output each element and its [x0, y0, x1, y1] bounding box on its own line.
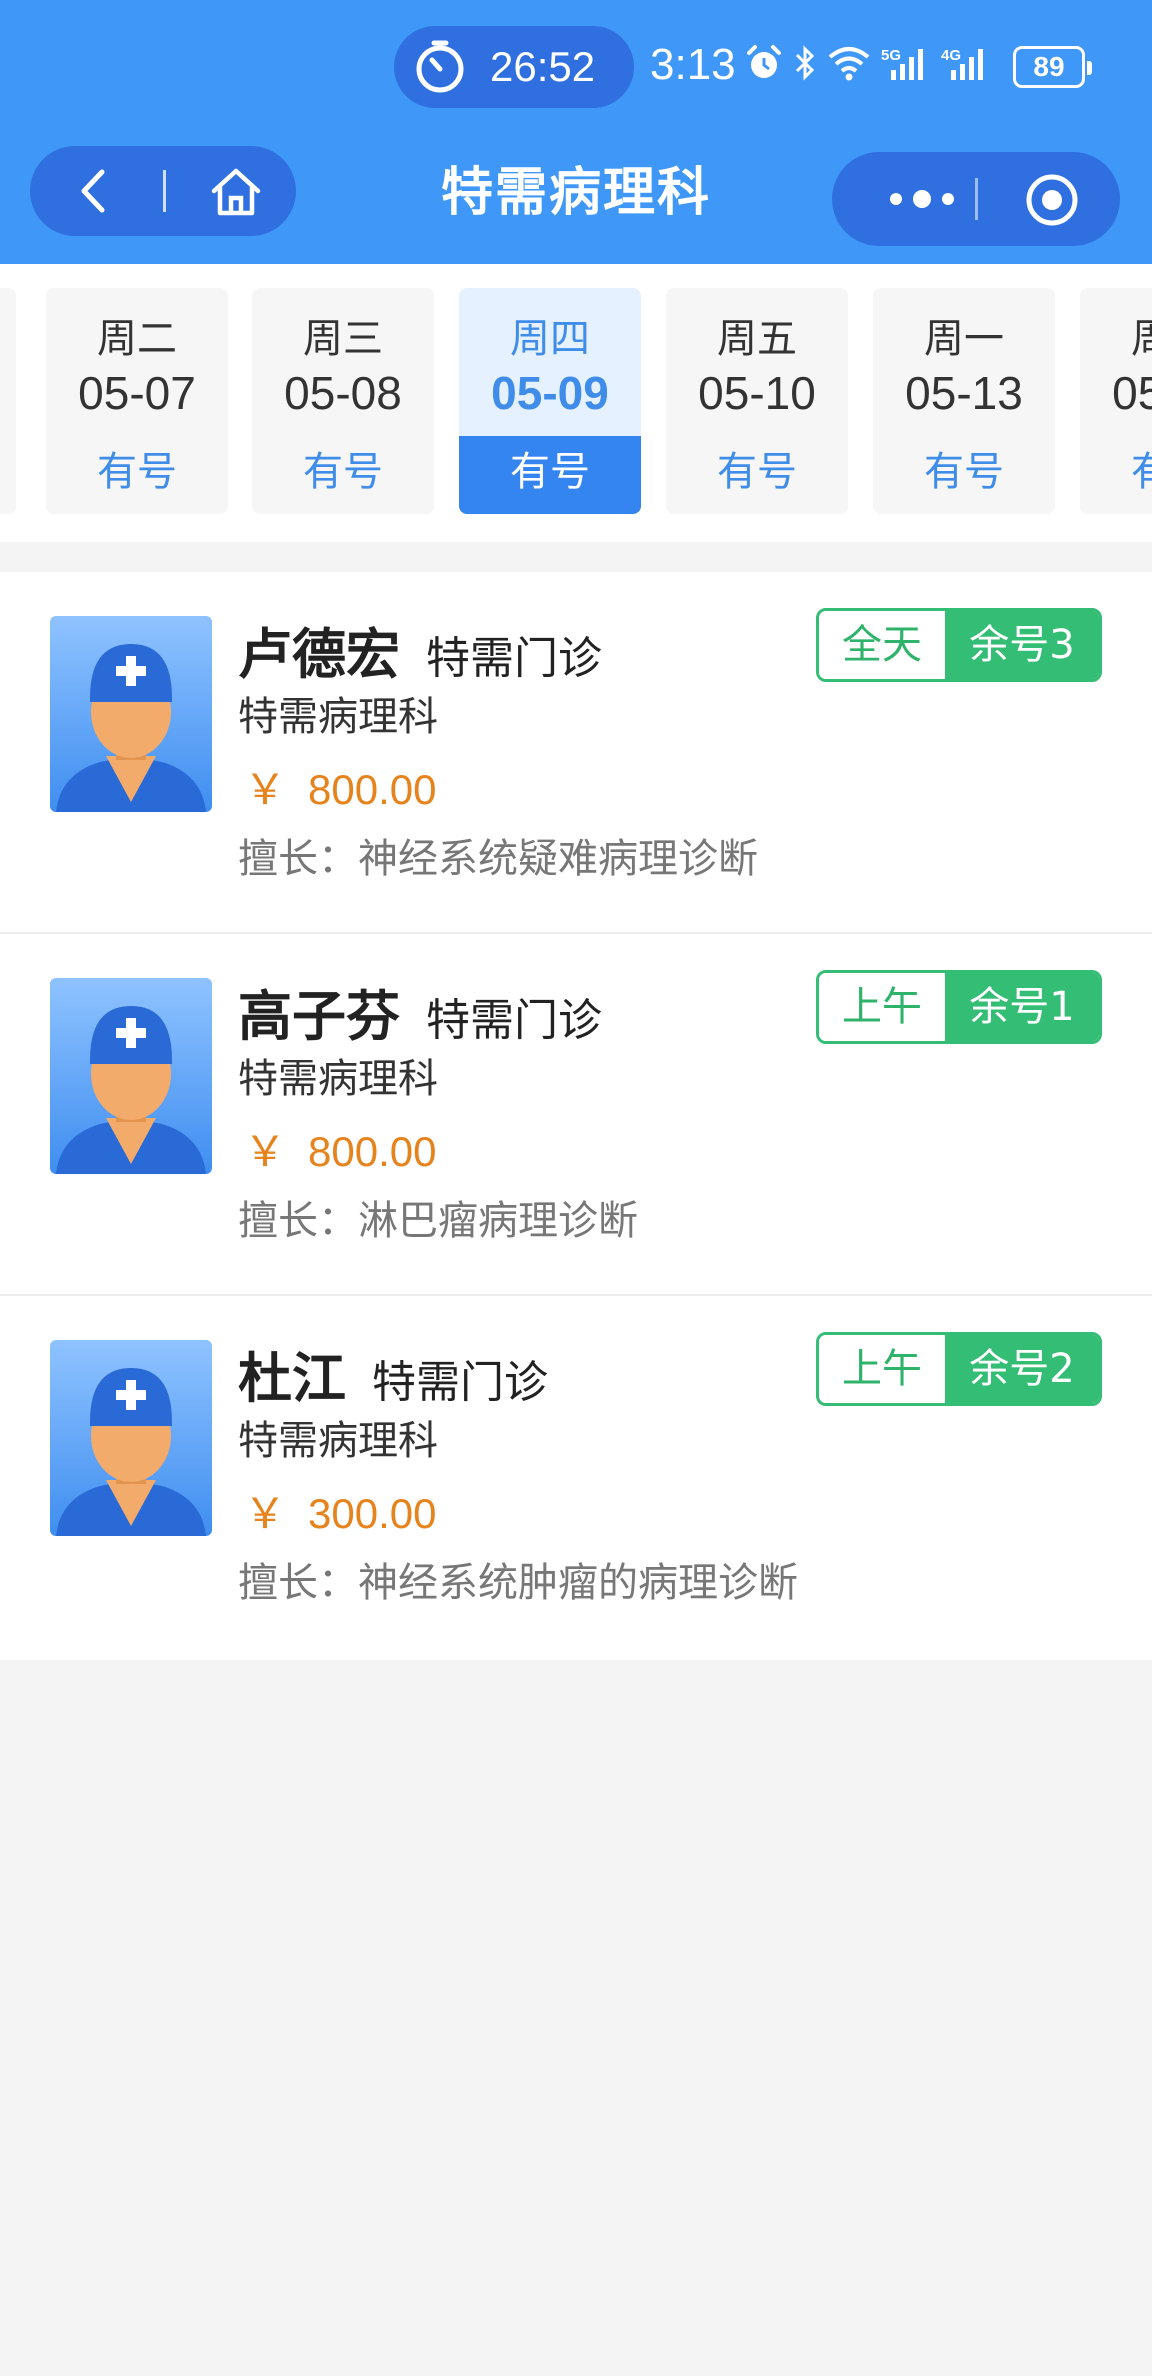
date-weekday: 周二 [97, 316, 177, 362]
timer-icon [416, 40, 464, 93]
signal-5g-icon: 5G [881, 47, 923, 80]
date-weekday: 周三 [303, 316, 383, 362]
badge-remaining: 余号3 [945, 611, 1099, 679]
date-card-partial-right[interactable]: 周二 05-14 有号 [1080, 288, 1152, 514]
date-weekday: 周五 [717, 316, 797, 362]
availability-badge[interactable]: 全天 余号3 [816, 608, 1102, 682]
doctor-name-line: 高子芬 特需门诊 [238, 972, 602, 1051]
date-availability: 有号 [717, 449, 797, 495]
wifi-icon [828, 47, 870, 81]
date-availability: 有号 [459, 436, 641, 514]
bluetooth-icon [795, 45, 815, 81]
currency-symbol: ￥ [244, 1490, 287, 1537]
badge-remaining: 余号2 [945, 1335, 1099, 1403]
nav-divider [975, 178, 978, 220]
date-weekday: 周一 [924, 316, 1004, 362]
badge-remaining: 余号1 [945, 973, 1099, 1041]
doctor-department: 特需病理科 [238, 694, 438, 740]
status-icons: 5G 4G [745, 44, 991, 82]
date-selector: 周二 05-07 有号 周三 05-08 有号 周四 05-09 有号 周五 0… [0, 264, 1152, 542]
doctor-name: 杜江 [238, 1347, 346, 1410]
doctor-price: ￥ 300.00 [244, 1480, 436, 1541]
doctor-price: ￥ 800.00 [244, 1118, 436, 1179]
clinic-type: 特需门诊 [426, 995, 602, 1046]
net-5g-label: 5G [881, 47, 901, 64]
timer-text: 26:52 [490, 43, 596, 90]
date-card-partial-left [0, 288, 16, 514]
badge-period: 全天 [819, 611, 945, 679]
date-value: 05-14 [1112, 367, 1152, 419]
clinic-type: 特需门诊 [426, 633, 602, 684]
clinic-type: 特需门诊 [372, 1357, 548, 1408]
doctor-name: 卢德宏 [238, 623, 400, 686]
date-card[interactable]: 周一 05-13 有号 [873, 288, 1055, 514]
price-value: 800.00 [308, 766, 437, 813]
date-availability: 有号 [1131, 449, 1152, 495]
date-value: 05-10 [698, 367, 816, 419]
date-weekday: 周四 [510, 316, 590, 362]
doctor-avatar [50, 616, 212, 812]
availability-badge[interactable]: 上午 余号1 [816, 970, 1102, 1044]
doctor-name-line: 卢德宏 特需门诊 [238, 610, 602, 689]
doctor-price: ￥ 800.00 [244, 756, 436, 817]
doctor-item[interactable]: 杜江 特需门诊 特需病理科 ￥ 300.00 擅长：神经系统肿瘤的病理诊断 上午 余… [0, 1296, 1152, 1660]
doctor-avatar [50, 1340, 212, 1536]
availability-badge[interactable]: 上午 余号2 [816, 1332, 1102, 1406]
badge-period: 上午 [819, 1335, 945, 1403]
doctor-item[interactable]: 卢德宏 特需门诊 特需病理科 ￥ 800.00 擅长：神经系统疑难病理诊断 全天 余… [0, 572, 1152, 934]
doctor-specialty: 擅长：淋巴瘤病理诊断 [238, 1198, 638, 1244]
currency-symbol: ￥ [244, 766, 287, 813]
clock-time: 3:13 [650, 40, 736, 89]
net-4g-label: 4G [941, 47, 961, 64]
price-value: 800.00 [308, 1128, 437, 1175]
date-card-selected[interactable]: 周四 05-09 有号 [459, 288, 641, 514]
doctor-specialty: 擅长：神经系统肿瘤的病理诊断 [238, 1560, 798, 1606]
doctor-list: 卢德宏 特需门诊 特需病理科 ￥ 800.00 擅长：神经系统疑难病理诊断 全天 余… [0, 572, 1152, 1660]
doctor-avatar [50, 978, 212, 1174]
more-icon[interactable] [880, 182, 964, 216]
doctor-name: 高子芬 [238, 985, 400, 1048]
date-value: 05-13 [905, 367, 1023, 419]
date-availability: 有号 [303, 449, 383, 495]
date-card[interactable]: 周三 05-08 有号 [252, 288, 434, 514]
timer-pill[interactable]: 26:52 [394, 26, 634, 108]
doctor-department: 特需病理科 [238, 1056, 438, 1102]
badge-period: 上午 [819, 973, 945, 1041]
doctor-department: 特需病理科 [238, 1418, 438, 1464]
signal-4g-icon: 4G [941, 47, 983, 80]
date-card[interactable]: 周五 05-10 有号 [666, 288, 848, 514]
date-card[interactable]: 周二 05-07 有号 [46, 288, 228, 514]
doctor-name-line: 杜江 特需门诊 [238, 1334, 548, 1413]
battery-indicator: 89 [1013, 46, 1092, 88]
doctor-specialty: 擅长：神经系统疑难病理诊断 [238, 836, 758, 882]
date-value: 05-08 [284, 367, 402, 419]
nav-capsule-right [832, 152, 1120, 246]
doctor-item[interactable]: 高子芬 特需门诊 特需病理科 ￥ 800.00 擅长：淋巴瘤病理诊断 上午 余号1 [0, 934, 1152, 1296]
date-value: 05-09 [491, 367, 609, 419]
price-value: 300.00 [308, 1490, 437, 1537]
close-miniprogram-icon[interactable] [1024, 172, 1080, 228]
date-availability: 有号 [97, 449, 177, 495]
currency-symbol: ￥ [244, 1128, 287, 1175]
alarm-icon [747, 45, 781, 78]
header: 26:52 3:13 5G 4G 89 特需病理科 [0, 0, 1152, 264]
date-value: 05-07 [78, 367, 196, 419]
date-weekday: 周二 [1131, 316, 1152, 362]
date-availability: 有号 [924, 449, 1004, 495]
